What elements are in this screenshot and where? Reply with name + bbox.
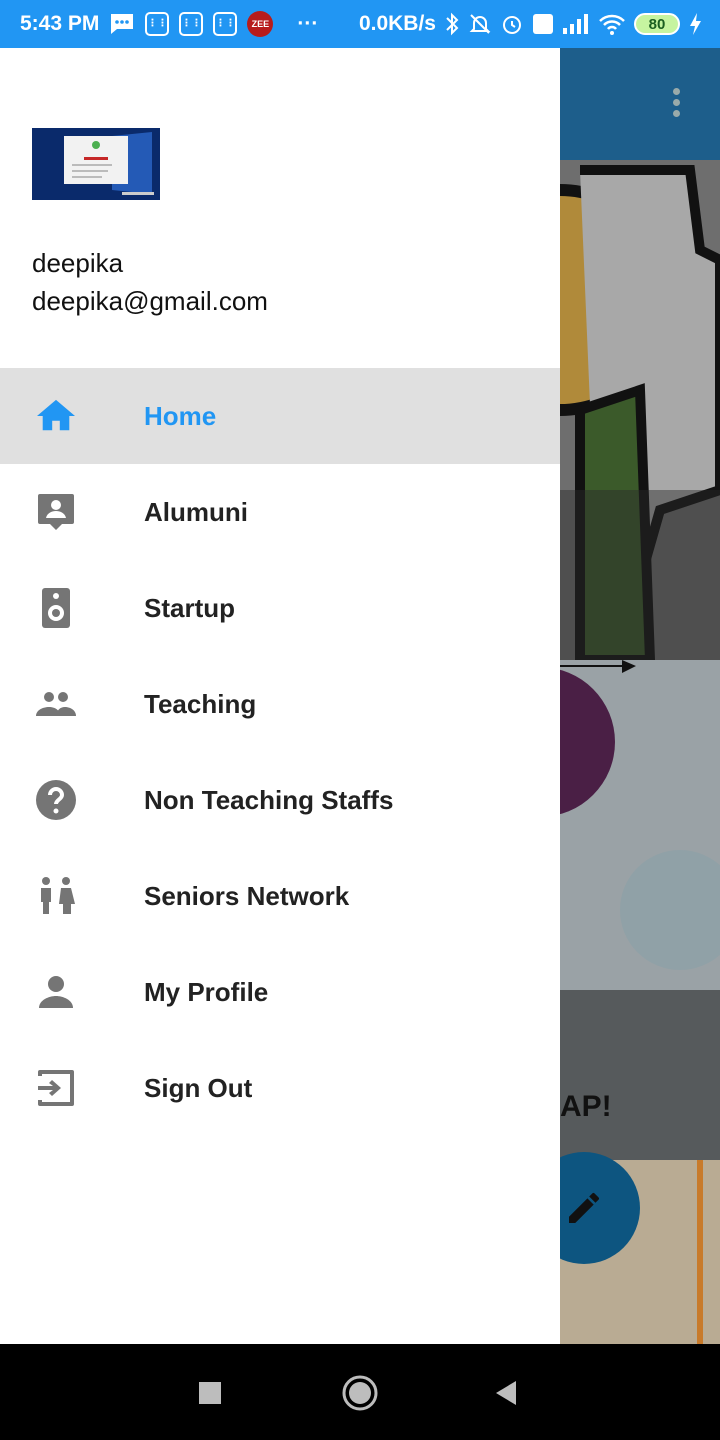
nav-item-label: Home	[144, 400, 217, 431]
user-email: deepika@gmail.com	[32, 286, 268, 316]
edit-icon	[569, 1192, 599, 1223]
net-speed: 0.0KB/s	[358, 12, 436, 35]
sim-icon: ⋮⋮	[145, 12, 170, 36]
overflow-menu-icon[interactable]	[662, 84, 690, 124]
sim-icon: ⋮⋮	[213, 12, 238, 36]
home-button[interactable]	[341, 1374, 379, 1412]
nav-item-my-profile[interactable]: My Profile	[0, 944, 560, 1040]
sim-icon: ⋮⋮	[179, 12, 204, 36]
nav-item-home[interactable]: Home	[0, 368, 560, 464]
nav-item-label: My Profile	[144, 976, 269, 1007]
help-icon	[36, 780, 76, 820]
nav-item-sign-out[interactable]: Sign Out	[0, 1040, 560, 1136]
card-title-fragment: AP!	[560, 1090, 612, 1123]
speaker-icon	[42, 588, 70, 628]
system-nav-bar	[0, 1344, 720, 1440]
app-logo-image	[32, 128, 160, 200]
message-icon	[109, 12, 135, 36]
nav-item-label: Startup	[144, 592, 235, 623]
contact-icon	[38, 494, 74, 530]
nav-item-teaching[interactable]: Teaching	[0, 656, 560, 752]
exit-icon	[38, 1070, 74, 1106]
charging-icon	[688, 12, 702, 36]
navigation-drawer: deepika deepika@gmail.com Home Alumuni S…	[0, 48, 560, 1344]
recents-button[interactable]	[198, 1381, 222, 1405]
nav-item-alumuni[interactable]: Alumuni	[0, 464, 560, 560]
status-time: 5:43 PM	[20, 12, 100, 35]
nav-item-seniors-network[interactable]: Seniors Network	[0, 848, 560, 944]
nav-item-label: Teaching	[144, 688, 257, 719]
more-icon: ···	[297, 12, 319, 35]
battery-icon: 80	[634, 13, 680, 35]
nav-item-label: Sign Out	[144, 1072, 253, 1103]
zee-icon: ZEE	[247, 11, 274, 37]
bell-off-icon	[468, 12, 492, 36]
nav-item-label: Non Teaching Staffs	[144, 784, 394, 815]
alarm-icon	[500, 12, 524, 36]
nav-item-non-teaching-staffs[interactable]: Non Teaching Staffs	[0, 752, 560, 848]
nav-item-label: Seniors Network	[144, 880, 350, 911]
back-button[interactable]	[494, 1380, 518, 1406]
wifi-icon	[598, 12, 626, 36]
status-bar: 5:43 PM ⋮⋮ ⋮⋮ ⋮⋮ ZEE ··· 0.0KB/s 80	[0, 0, 720, 48]
bluetooth-icon	[444, 12, 460, 36]
people-icon	[36, 692, 76, 716]
nav-item-startup[interactable]: Startup	[0, 560, 560, 656]
user-name: deepika	[32, 248, 124, 278]
home-icon	[37, 399, 75, 431]
drawer-header: deepika deepika@gmail.com	[0, 48, 560, 368]
nav-item-label: Alumuni	[144, 496, 248, 527]
signal-icon	[562, 12, 590, 36]
wc-icon	[41, 877, 75, 914]
volte-icon	[532, 12, 554, 36]
person-icon	[39, 976, 73, 1008]
